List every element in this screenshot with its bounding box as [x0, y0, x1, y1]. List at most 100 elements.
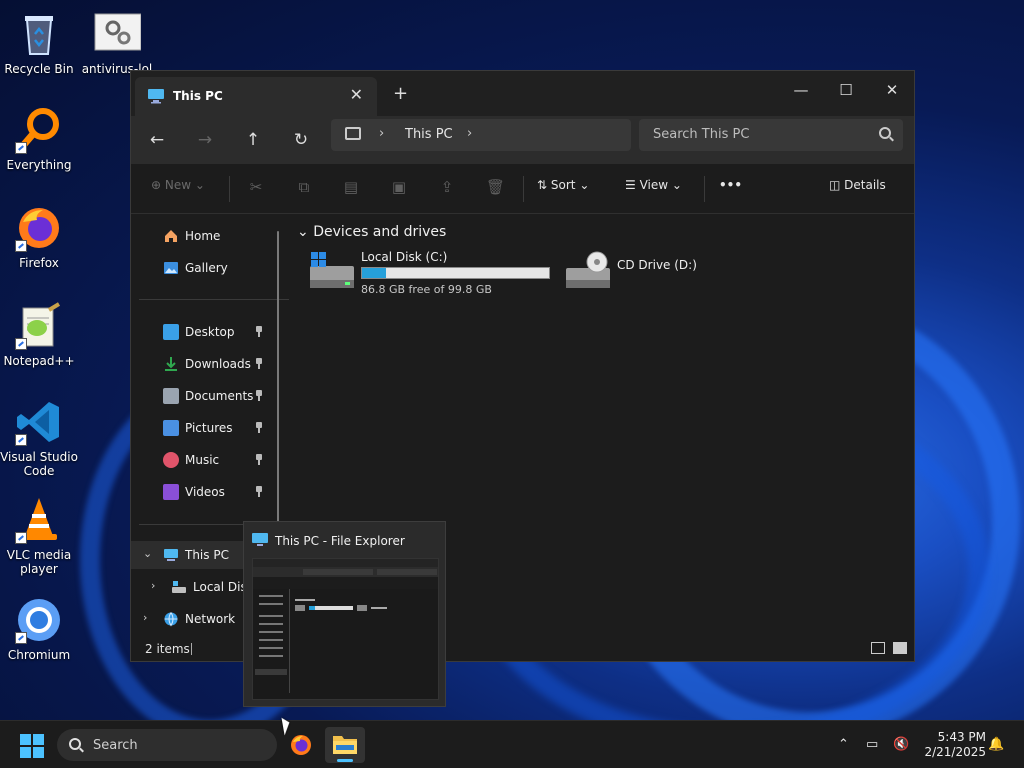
desktop-icon-chromium[interactable]: Chromium [0, 596, 78, 662]
address-bar[interactable]: › This PC › [331, 119, 631, 151]
details-label: Details [844, 178, 886, 192]
windows-drive-icon [309, 250, 355, 293]
date: 2/21/2025 [924, 745, 986, 759]
minimize-button[interactable]: — [778, 75, 824, 105]
firefox-icon [15, 204, 63, 252]
sidebar-item-label: Downloads [185, 357, 251, 371]
close-button[interactable]: ✕ [869, 75, 915, 105]
large-icons-view-icon[interactable] [893, 642, 907, 654]
sort-icon: ⇅ [537, 178, 551, 192]
view-button[interactable]: ☰ View ⌄ [625, 178, 682, 192]
details-view-icon[interactable] [871, 642, 885, 654]
expand-chevron-icon[interactable]: › [151, 579, 155, 592]
drive-cd-d[interactable]: CD Drive (D:) [565, 248, 725, 298]
sidebar-item-gallery[interactable]: Gallery [131, 254, 281, 282]
sidebar-scrollbar[interactable] [277, 231, 279, 551]
new-label: New [164, 178, 192, 192]
new-button[interactable]: ⊕ New ⌄ [151, 178, 205, 192]
sort-button[interactable]: ⇅ Sort ⌄ [537, 178, 589, 192]
preview-title: This PC - File Explorer [275, 534, 405, 548]
clock[interactable]: 5:43 PM 2/21/2025 [916, 730, 986, 760]
maximize-button[interactable]: ☐ [823, 75, 869, 105]
folder-icon [333, 736, 357, 754]
sidebar-item-pictures[interactable]: Pictures [131, 414, 281, 442]
command-bar: ⊕ New ⌄ ✂ ⧉ ▤ ▣ ⇪ 🗑 ⇅ Sort ⌄ ☰ View ⌄ ••… [131, 164, 914, 214]
shortcut-arrow-icon [15, 632, 27, 644]
search-box[interactable]: Search This PC [639, 119, 903, 151]
vscode-icon [15, 398, 63, 446]
desktop-icon-recycle-bin[interactable]: Recycle Bin [0, 10, 78, 76]
taskbar-search[interactable]: Search [57, 729, 277, 761]
sidebar-item-desktop[interactable]: Desktop [131, 318, 281, 346]
up-button[interactable]: ↑ [239, 126, 267, 154]
taskbar-preview[interactable]: This PC - File Explorer [243, 521, 446, 707]
drive-local-disk-c[interactable]: Local Disk (C:) 86.8 GB free of 99.8 GB [309, 248, 559, 298]
sidebar-item-documents[interactable]: Documents [131, 382, 281, 410]
expand-chevron-icon[interactable]: › [143, 611, 147, 624]
cut-icon[interactable]: ✂ [247, 178, 265, 196]
desktop-folder-icon [163, 324, 179, 340]
taskbar-app-file-explorer[interactable] [325, 727, 365, 763]
sidebar-item-label: Documents [185, 389, 254, 403]
copy-icon[interactable]: ⧉ [295, 178, 313, 196]
sidebar-item-label: Gallery [185, 261, 228, 275]
desktop-icon-label: VLC media player [6, 548, 72, 576]
forward-button[interactable]: → [191, 126, 219, 154]
navigation-bar: ← → ↑ ↻ › This PC › Search This PC [131, 116, 914, 164]
sort-label: Sort [550, 178, 576, 192]
details-button[interactable]: ◫ Details [829, 178, 886, 192]
desktop-icon-label: Visual Studio Code [0, 450, 78, 478]
drive-icon [171, 579, 187, 595]
sidebar-item-label: This PC [185, 548, 229, 562]
shortcut-arrow-icon [15, 532, 27, 544]
show-hidden-icons-button[interactable]: ⌃ [838, 737, 849, 752]
pin-icon[interactable] [255, 358, 263, 369]
breadcrumb-chevron[interactable]: › [379, 126, 384, 141]
tab-close-button[interactable]: ✕ [350, 85, 363, 104]
sidebar-item-music[interactable]: Music [131, 446, 281, 474]
desktop-icon-vscode[interactable]: Visual Studio Code [0, 398, 78, 478]
drive-name: CD Drive (D:) [617, 258, 697, 272]
rename-icon[interactable]: ▣ [390, 178, 408, 196]
pin-icon[interactable] [255, 326, 263, 337]
chromium-icon [15, 596, 63, 644]
pin-icon[interactable] [255, 422, 263, 433]
notifications-bell-icon[interactable]: 🔔 [988, 737, 1004, 752]
search-placeholder: Search This PC [653, 127, 750, 142]
desktop-icon-antivirus-lol[interactable]: antivirus-lol [78, 10, 156, 76]
desktop-icon-firefox[interactable]: Firefox [0, 204, 78, 270]
tab-title: This PC [173, 89, 223, 103]
sidebar-item-home[interactable]: Home [131, 222, 281, 250]
pin-icon[interactable] [255, 486, 263, 497]
sidebar-item-label: Videos [185, 485, 225, 499]
desktop-icon-vlc[interactable]: VLC media player [0, 496, 78, 576]
window-thumbnail [252, 558, 439, 700]
network-tray-icon[interactable]: ▭ [866, 737, 878, 752]
refresh-button[interactable]: ↻ [287, 126, 315, 154]
share-icon[interactable]: ⇪ [438, 178, 456, 196]
breadcrumb-chevron[interactable]: › [467, 126, 472, 141]
start-button[interactable] [20, 734, 44, 758]
music-icon [163, 452, 179, 468]
delete-icon[interactable]: 🗑 [486, 178, 505, 196]
volume-muted-icon[interactable]: 🔇 [893, 737, 909, 752]
expand-chevron-icon[interactable]: ⌄ [143, 547, 152, 560]
sidebar-item-downloads[interactable]: Downloads [131, 350, 281, 378]
desktop-icon-notepadpp[interactable]: Notepad++ [0, 302, 78, 368]
new-tab-button[interactable]: + [393, 83, 408, 104]
shortcut-arrow-icon [15, 434, 27, 446]
desktop-icon-everything[interactable]: Everything [0, 106, 78, 172]
back-button[interactable]: ← [143, 126, 171, 154]
pin-icon[interactable] [255, 454, 263, 465]
desktop-icon-label: Notepad++ [3, 354, 75, 368]
devices-group-header[interactable]: ⌄ Devices and drives [297, 224, 446, 240]
pin-icon[interactable] [255, 390, 263, 401]
shortcut-arrow-icon [15, 142, 27, 154]
paste-icon[interactable]: ▤ [342, 178, 360, 196]
breadcrumb-this-pc[interactable]: This PC [405, 127, 453, 142]
more-options-button[interactable]: ••• [719, 178, 742, 192]
sidebar-item-videos[interactable]: Videos [131, 478, 281, 506]
chevron-down-icon: ⌄ [671, 178, 682, 192]
pictures-icon [163, 420, 179, 436]
tab-this-pc[interactable]: This PC ✕ [135, 77, 377, 116]
